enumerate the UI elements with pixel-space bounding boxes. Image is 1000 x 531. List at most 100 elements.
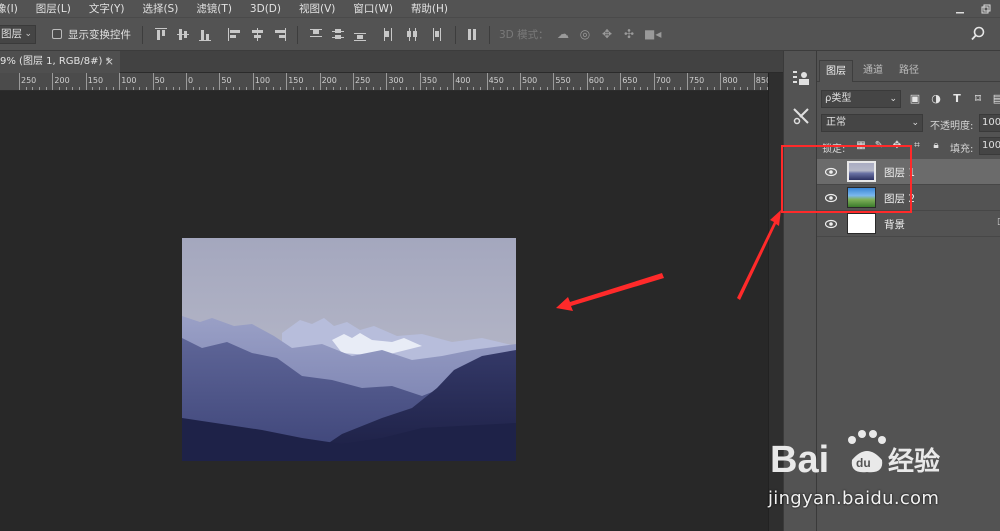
- menu-view[interactable]: 视图(V): [299, 1, 343, 16]
- 3d-slide-icon[interactable]: ✣: [622, 27, 636, 41]
- tab-layers[interactable]: 图层: [819, 60, 853, 82]
- ruler-minor-tick: [473, 87, 475, 90]
- ruler-tick-label: 550: [555, 76, 571, 85]
- ruler-minor-tick: [145, 87, 147, 90]
- ruler-minor-tick: [259, 87, 261, 90]
- ruler-minor-tick: [192, 87, 194, 90]
- menu-3d[interactable]: 3D(D): [250, 3, 289, 15]
- ruler-tick-label: 250: [355, 76, 371, 85]
- 3d-pan-icon[interactable]: ✥: [600, 27, 614, 41]
- ruler-minor-tick: [666, 87, 668, 90]
- auto-select-dropdown[interactable]: 图层 ⌄: [0, 25, 36, 44]
- ruler-minor-tick: [640, 87, 642, 90]
- align-vertical-center-icon[interactable]: [177, 28, 189, 41]
- divider: [489, 26, 490, 44]
- 3d-orbit-icon[interactable]: ☁: [556, 27, 570, 41]
- ruler-tick-label: 350: [421, 76, 438, 85]
- menu-select[interactable]: 选择(S): [142, 1, 186, 16]
- ruler-tick-label: 700: [655, 76, 671, 85]
- auto-align-icon[interactable]: [467, 28, 479, 41]
- align-left-icon[interactable]: [228, 28, 240, 41]
- menu-layer[interactable]: 图层(L): [36, 1, 79, 16]
- lock-artboard-icon[interactable]: ⌗: [911, 140, 923, 152]
- type-filter-icon[interactable]: T: [951, 93, 963, 105]
- ruler-minor-tick: [105, 87, 107, 90]
- menu-filter[interactable]: 滤镜(T): [196, 1, 240, 16]
- distribute-bottom-icon[interactable]: [354, 28, 366, 41]
- ruler-tick-label: 750: [689, 76, 705, 85]
- ruler-minor-tick: [65, 87, 67, 90]
- distribute-left-icon[interactable]: [383, 28, 395, 41]
- ruler-minor-tick: [239, 87, 241, 90]
- ruler-tick-label: 50: [221, 76, 232, 85]
- ruler-major-tick: [152, 73, 154, 90]
- ruler-minor-tick: [359, 87, 361, 90]
- ruler-minor-tick: [346, 87, 348, 90]
- svg-text:经验: 经验: [888, 446, 940, 477]
- minimize-icon[interactable]: [948, 0, 972, 17]
- align-top-icon[interactable]: [155, 28, 167, 41]
- ruler-minor-tick: [306, 87, 308, 90]
- layer-row[interactable]: 背景 ▯: [817, 211, 1000, 237]
- ruler-minor-tick: [366, 87, 368, 90]
- ruler-major-tick: [252, 73, 254, 90]
- ruler-tick-label: 400: [455, 76, 471, 85]
- show-transform-checkbox[interactable]: [52, 29, 62, 39]
- document-image[interactable]: [182, 238, 516, 461]
- menu-help[interactable]: 帮助(H): [411, 1, 456, 16]
- distribute-horizontal-center-icon[interactable]: [406, 28, 418, 41]
- ruler-major-tick: [286, 73, 288, 90]
- menu-window[interactable]: 窗口(W): [353, 1, 401, 16]
- distribute-top-icon[interactable]: [310, 28, 322, 41]
- search-icon[interactable]: [970, 26, 986, 42]
- blend-mode-dropdown[interactable]: 正常 ⌄: [821, 114, 923, 132]
- tab-channels[interactable]: 通道: [857, 60, 889, 82]
- layer-name[interactable]: 背景: [884, 217, 905, 232]
- ruler-major-tick: [186, 73, 187, 90]
- chevron-down-icon: ⌄: [911, 118, 919, 128]
- kind-filter-dropdown[interactable]: ρ类型 ⌄: [821, 90, 901, 108]
- adjustment-filter-icon[interactable]: ◑: [930, 93, 942, 105]
- align-right-icon[interactable]: [274, 28, 286, 41]
- ruler-tick-label: 100: [121, 76, 137, 85]
- properties-panel-icon[interactable]: [790, 67, 812, 89]
- menu-image[interactable]: 像(I): [0, 1, 26, 16]
- ruler-minor-tick: [560, 87, 562, 90]
- tab-paths[interactable]: 路径: [893, 60, 925, 82]
- smart-object-filter-icon[interactable]: ▤: [992, 93, 1000, 105]
- filter-row: ρ类型 ⌄ ▣ ◑ T ⌑ ▤: [817, 88, 1000, 112]
- menu-type[interactable]: 文字(Y): [89, 1, 133, 16]
- distribute-vertical-center-icon[interactable]: [332, 28, 344, 41]
- distribute-right-icon[interactable]: [429, 28, 441, 41]
- ruler-tick-label: 850: [755, 76, 768, 85]
- ruler-tick-label: 450: [488, 76, 504, 85]
- ruler-major-tick: [319, 73, 321, 90]
- 3d-scale-icon[interactable]: ■◂: [644, 27, 661, 41]
- tools-panel-icon[interactable]: [790, 105, 812, 127]
- auto-select-value: 图层: [1, 28, 22, 40]
- image-filter-icon[interactable]: ▣: [909, 93, 921, 105]
- ruler-minor-tick: [59, 87, 61, 90]
- document-tab[interactable]: 9% (图层 1, RGB/8#) * ×: [0, 51, 120, 73]
- align-bottom-icon[interactable]: [199, 28, 211, 41]
- ruler-minor-tick: [580, 87, 582, 90]
- lock-all-icon[interactable]: 🔒︎: [930, 140, 942, 152]
- eye-icon[interactable]: [824, 218, 838, 230]
- ruler-minor-tick: [700, 87, 702, 90]
- ruler-minor-tick: [32, 87, 34, 90]
- ruler-minor-tick: [206, 87, 208, 90]
- 3d-roll-icon[interactable]: ◎: [578, 27, 592, 41]
- ruler-minor-tick: [413, 87, 415, 90]
- show-transform-label: 显示变换控件: [68, 29, 131, 41]
- opacity-input[interactable]: 100%: [979, 114, 1000, 132]
- svg-text:du: du: [856, 456, 871, 470]
- shape-filter-icon[interactable]: ⌑: [972, 93, 984, 105]
- close-icon[interactable]: ×: [105, 51, 114, 73]
- restore-icon[interactable]: [974, 0, 998, 17]
- ruler-tick-label: 200: [54, 76, 70, 85]
- ruler-minor-tick: [39, 87, 41, 90]
- blend-row: 正常 ⌄ 不透明度: 100%: [817, 113, 1000, 135]
- fill-input[interactable]: 100%: [979, 137, 1000, 155]
- align-horizontal-center-icon[interactable]: [251, 28, 263, 41]
- ruler-minor-tick: [626, 87, 628, 90]
